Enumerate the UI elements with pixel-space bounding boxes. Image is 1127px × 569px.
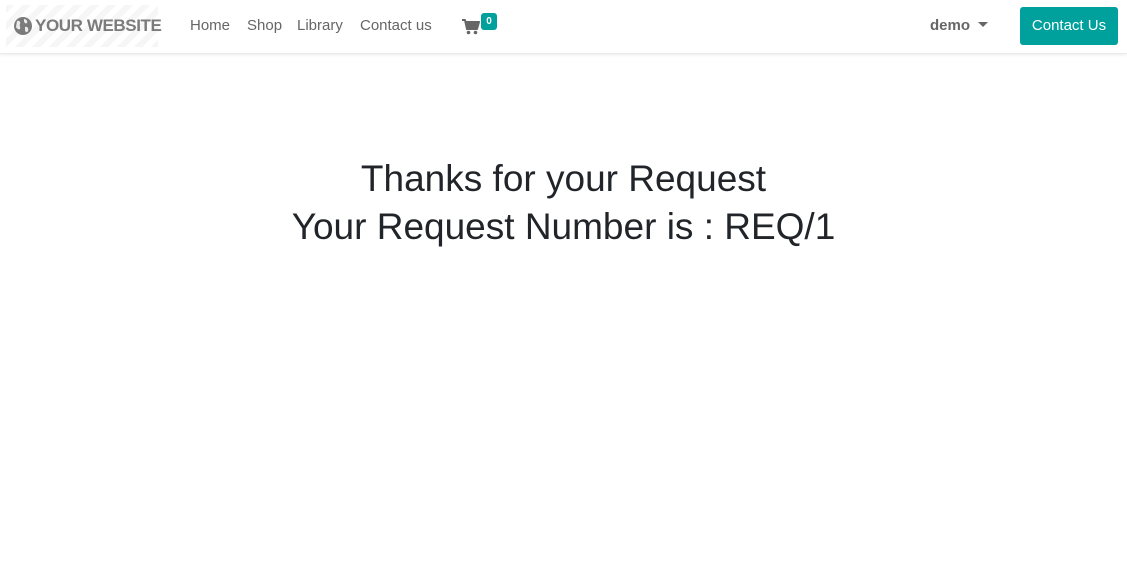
shopping-cart-icon (462, 19, 480, 35)
nav-home-link[interactable]: Home (190, 17, 230, 34)
contact-us-button[interactable]: Contact Us (1020, 7, 1118, 45)
caret-down-icon (978, 22, 989, 27)
request-number-heading: Your Request Number is : REQ/1 (291, 206, 836, 247)
top-navbar: YOUR WEBSITE Home Shop Library Contact u… (0, 0, 1127, 54)
user-name: demo (930, 17, 971, 34)
globe-icon (12, 15, 34, 37)
nav-contact-us-link[interactable]: Contact us (360, 17, 432, 34)
user-menu-dropdown[interactable]: demo (930, 17, 989, 34)
brand-logo-link[interactable]: YOUR WEBSITE (6, 5, 162, 47)
cart-count-badge: 0 (481, 13, 497, 30)
thanks-heading: Thanks for your Request (360, 158, 767, 199)
nav-shop-link[interactable]: Shop (247, 17, 282, 34)
brand-text: YOUR WEBSITE (35, 16, 162, 35)
nav-library-link[interactable]: Library (297, 17, 343, 34)
cart-link[interactable]: 0 (462, 12, 502, 40)
confirmation-section: Thanks for your Request Your Request Num… (0, 155, 1127, 251)
